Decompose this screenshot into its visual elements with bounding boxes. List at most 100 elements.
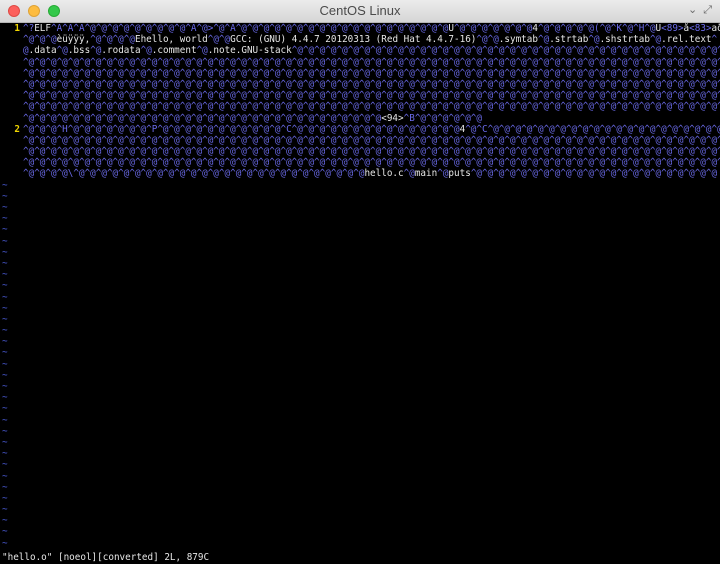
control-chars: ^@^@^@^@^@^@^@^@^@^@^@^@^@^@^@^@^@^@^@^@… (23, 56, 720, 68)
text-chars: .rel.text (661, 34, 712, 46)
empty-line-tilde: ~ (2, 347, 8, 359)
buffer-row: ^@^@^@^@^@^@^@^@^@^@^@^@^@^@^@^@^@^@^@^@… (0, 68, 720, 79)
control-chars: ^@^@^@^@^@^@^@^@^@^@^@^@^@^@^@^@^@^@^@^@… (291, 45, 720, 57)
control-chars: ^A^A^A^@^@^@^@^@^@^@^@^@^A^@>^@^A^@^@^@^… (51, 23, 449, 34)
empty-line-tilde: ~ (2, 504, 8, 516)
text-chars: èüÿÿÿ, (56, 34, 91, 46)
chevron-down-icon[interactable]: ⌄ (688, 3, 697, 16)
empty-line-tilde: ~ (2, 202, 8, 213)
empty-line-tilde: ~ (2, 381, 8, 392)
buffer-row: ^@^@^@^@^@^@^@^@^@^@^@^@^@^@^@^@^@^@^@^@… (0, 113, 720, 124)
control-chars: ^@ (649, 34, 662, 46)
empty-line-tilde: ~ (2, 448, 8, 460)
buffer-row: 2 ^@^@^@^H^@^@^@^@^@^@^@^P^@^@^@^@^@^@^@^… (0, 124, 720, 135)
control-chars: ^@ (437, 168, 449, 180)
control-chars: ^@^@^@^@ (90, 34, 135, 46)
control-chars: ^@ (196, 45, 208, 57)
empty-line-tilde: ~ (2, 526, 8, 538)
empty-line-tilde: ~ (2, 369, 8, 381)
text-chars: GCC: (GNU) 4.4.7 20120313 (Red Hat 4.4.7… (230, 34, 477, 46)
control-chars: ^@ (588, 34, 600, 46)
empty-line-tilde: ~ (2, 313, 8, 325)
control-chars: ^@^@^@^@^@^@^@^@^@^@^@^@^@^@^@^@^@^@^@^@… (23, 90, 720, 102)
title-bar[interactable]: CentOS Linux ⌄ ⤢ (0, 0, 720, 23)
control-chars: ^@^@^@^@^@^@^@^@^@^@^@^@^@^@^@^@^@^@^@^@… (23, 67, 720, 79)
control-chars: ^@^C^@^@^@^@^@^@^@^@^@^@^@^@^@^@^@^@^@^@… (465, 123, 720, 135)
empty-line-tilde: ~ (2, 515, 8, 527)
empty-line-tilde: ~ (2, 392, 8, 404)
control-chars: ^@^@^@^@^@^@^@^@^@^@^@^@^@^@^@^@^@^@^@^@… (23, 78, 720, 90)
buffer-row: 1 ^?ELF^A^A^A^@^@^@^@^@^@^@^@^@^A^@>^@^A^… (0, 23, 720, 34)
expand-icon[interactable]: ⤢ (703, 3, 712, 16)
text-chars: <94> (381, 112, 404, 124)
buffer-row: @.data^@.bss^@.rodata^@.comment^@.note.G… (0, 45, 720, 56)
empty-line-tilde: ~ (2, 358, 8, 370)
control-chars: ^@^@^@^@^@^@^@^@^@^@^@^@^@^@^@^@^@^@^@^@… (23, 134, 720, 146)
buffer-row: ^@^@^@^@^@^@^@^@^@^@^@^@^@^@^@^@^@^@^@^@… (0, 146, 720, 157)
buffer-row: ^@^@^@^@^@^@^@^@^@^@^@^@^@^@^@^@^@^@^@^@… (0, 101, 720, 112)
control-chars: ^@^@^@^H^@^@^@^@^@^@^@^P^@^@^@^@^@^@^@^@… (23, 123, 460, 135)
window-title: CentOS Linux (319, 3, 401, 18)
buffer-row: ^@^@^@^@^@^@^@^@^@^@^@^@^@^@^@^@^@^@^@^@… (0, 79, 720, 90)
editor-buffer[interactable]: 1 ^?ELF^A^A^A^@^@^@^@^@^@^@^@^@^A^@>^@^A^… (0, 23, 720, 549)
control-chars: ^@ (56, 45, 68, 57)
text-chars: .comment (151, 45, 197, 57)
text-chars: ELF (34, 23, 51, 34)
text-chars: .shstrtab (599, 34, 650, 46)
vim-editor[interactable]: 1 ^?ELF^A^A^A^@^@^@^@^@^@^@^@^@^A^@>^@^A^… (0, 23, 720, 564)
empty-line-tilde: ~ (2, 425, 8, 437)
empty-line-tilde: ~ (2, 336, 8, 348)
title-bar-controls: ⌄ ⤢ (682, 3, 712, 17)
empty-line-tilde: ~ (2, 269, 8, 281)
terminal-window: CentOS Linux ⌄ ⤢ 1 ^?ELF^A^A^A^@^@^@^@^@^@… (0, 0, 720, 564)
control-chars: ^@ (537, 34, 550, 46)
control-chars: ^@^@^@^@^@^@^@ (454, 23, 533, 34)
empty-line-tilde: ~ (2, 325, 8, 337)
text-chars: main (414, 168, 438, 180)
control-chars: ^@^@^@^@^@^@^@^@^@^@^@^@^@^@^@^@^@^@^@^@… (23, 112, 382, 124)
buffer-row: ^@^@^@^@^@^@^@^@^@^@^@^@^@^@^@^@^@^@^@^@… (0, 157, 720, 168)
buffer-row: ^@^@^@^@\^@^@^@^@^@^@^@^@^@^@^@^@^@^@^@^… (0, 168, 720, 179)
empty-line-tilde: ~ (2, 224, 8, 236)
buffer-row: ^@^@^@^@^@^@^@^@^@^@^@^@^@^@^@^@^@^@^@^@… (0, 57, 720, 68)
text-chars: puts (448, 168, 471, 180)
empty-line-tilde: ~ (2, 190, 8, 202)
line-number: 1 (14, 23, 20, 34)
control-chars: ^@^@^@^@^@^@^@^@^@^@^@^@^@^@^@^@^@^@^@^@… (23, 101, 720, 113)
control-chars: ^@ (90, 45, 102, 57)
control-chars: <89> (661, 23, 684, 34)
empty-line-tilde: ~ (2, 492, 8, 504)
control-chars: <83> (689, 23, 712, 34)
text-chars: aðì (711, 23, 720, 34)
text-chars: .symtab (498, 34, 538, 46)
control-chars: ^@^@^@ (23, 34, 57, 46)
control-chars: ^@^@^@^@^@^@^@^@^@^@^@^@^@^@^@^@^@^@^@^@… (470, 168, 718, 180)
text-chars: hello.c (364, 168, 404, 180)
control-chars: ^? (23, 23, 35, 34)
empty-line-tilde: ~ (2, 470, 8, 482)
empty-line-tilde: ~ (2, 291, 8, 303)
control-chars: ^B^@^@^@^@^@^@ (403, 112, 482, 124)
control-chars: ^@^@^@^@^@^@^@^@^@^@^@^@^@^@^@^@^@^@^@^@… (23, 157, 720, 169)
control-chars: ^@^@^@^@\^@^@^@^@^@^@^@^@^@^@^@^@^@^@^@^… (23, 168, 365, 180)
control-chars: ^@^@ (476, 34, 499, 46)
buffer-row: ^@^@^@èüÿÿÿ,^@^@^@^@Ëhello, world^@^@GCC… (0, 34, 720, 45)
empty-line-tilde: ~ (2, 403, 8, 415)
text-chars: .bss (67, 45, 91, 57)
control-chars: ^@^@^@^@^@^@^@^@^@^@^@^@^@^@^@^@^@^@^@^@… (23, 146, 720, 158)
empty-line-tilde: ~ (2, 481, 8, 493)
text-chars: .data (28, 45, 57, 57)
control-chars: ^@^@ (207, 34, 231, 46)
empty-line-tilde: ~ (2, 280, 8, 292)
control-chars: ^@ (403, 168, 415, 180)
status-line: "hello.o" [noeol][converted] 2L, 879C (0, 551, 720, 564)
empty-line-tilde: ~ (2, 235, 8, 247)
control-chars: ^@ (140, 45, 152, 57)
control-chars: ^@^@^@^@^@(^@^K^@^H^@ (538, 23, 656, 34)
text-chars: .strtab (549, 34, 589, 46)
empty-line-tilde: ~ (2, 436, 8, 448)
text-chars: .note.GNU-stack (207, 45, 292, 57)
empty-line-tilde: ~ (2, 246, 8, 258)
text-chars: Ëhello, world (134, 34, 208, 46)
control-chars: ^ (711, 34, 718, 46)
